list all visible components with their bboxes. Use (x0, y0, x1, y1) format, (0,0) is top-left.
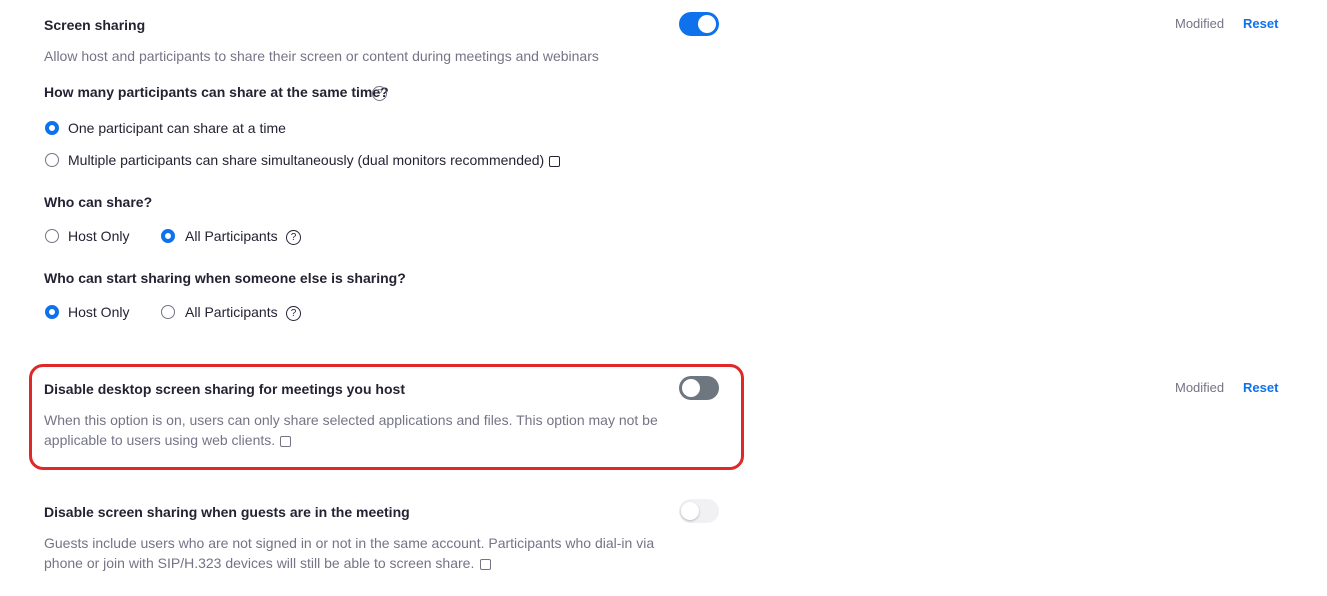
screen-sharing-title: Screen sharing (44, 17, 146, 33)
share-all-participants-label: All Participants (185, 228, 278, 244)
help-icon[interactable]: ? (286, 306, 301, 321)
disable-desktop-description-line1: When this option is on, users can only s… (44, 412, 658, 428)
help-icon[interactable]: ? (372, 86, 387, 101)
disable-guests-title: Disable screen sharing when guests are i… (44, 504, 410, 520)
multiple-participants-label: Multiple participants can share simultan… (68, 152, 545, 168)
radio-multiple-participants[interactable] (45, 153, 59, 167)
start-host-only-label: Host Only (68, 304, 130, 320)
screen-sharing-toggle[interactable] (679, 12, 719, 36)
verified-badge-icon (549, 156, 560, 167)
share-host-only-label: Host Only (68, 228, 130, 244)
who-can-start-question: Who can start sharing when someone else … (44, 270, 406, 286)
radio-share-all-participants[interactable] (161, 229, 175, 243)
disable-desktop-title: Disable desktop screen sharing for meeti… (44, 381, 405, 397)
disable-guests-description-line1: Guests include users who are not signed … (44, 535, 655, 551)
verified-badge-icon (480, 559, 491, 570)
radio-start-host-only[interactable] (45, 305, 59, 319)
disable-guests-toggle[interactable] (679, 499, 719, 523)
disable-desktop-modified-label: Modified (1175, 380, 1225, 395)
help-icon[interactable]: ? (286, 230, 301, 245)
radio-start-all-participants[interactable] (161, 305, 175, 319)
start-all-participants-label: All Participants (185, 304, 278, 320)
toggle-knob (698, 15, 716, 33)
who-can-share-question: Who can share? (44, 194, 153, 210)
one-participant-label: One participant can share at a time (68, 120, 286, 136)
radio-share-host-only[interactable] (45, 229, 59, 243)
disable-desktop-toggle[interactable] (679, 376, 719, 400)
screen-sharing-reset-link[interactable]: Reset (1243, 15, 1278, 33)
how-many-question: How many participants can share at the s… (44, 84, 389, 100)
disable-desktop-description-line2: applicable to users using web clients. (44, 432, 276, 448)
settings-page: Screen sharing Modified Reset Allow host… (0, 0, 1327, 596)
verified-badge-icon (280, 436, 291, 447)
radio-one-participant[interactable] (45, 121, 59, 135)
screen-sharing-modified-label: Modified (1175, 16, 1225, 31)
disable-guests-description-line2: phone or join with SIP/H.323 devices wil… (44, 555, 475, 571)
disable-desktop-reset-link[interactable]: Reset (1243, 379, 1278, 397)
toggle-knob (682, 379, 700, 397)
toggle-knob (681, 502, 699, 520)
screen-sharing-description: Allow host and participants to share the… (44, 48, 599, 64)
